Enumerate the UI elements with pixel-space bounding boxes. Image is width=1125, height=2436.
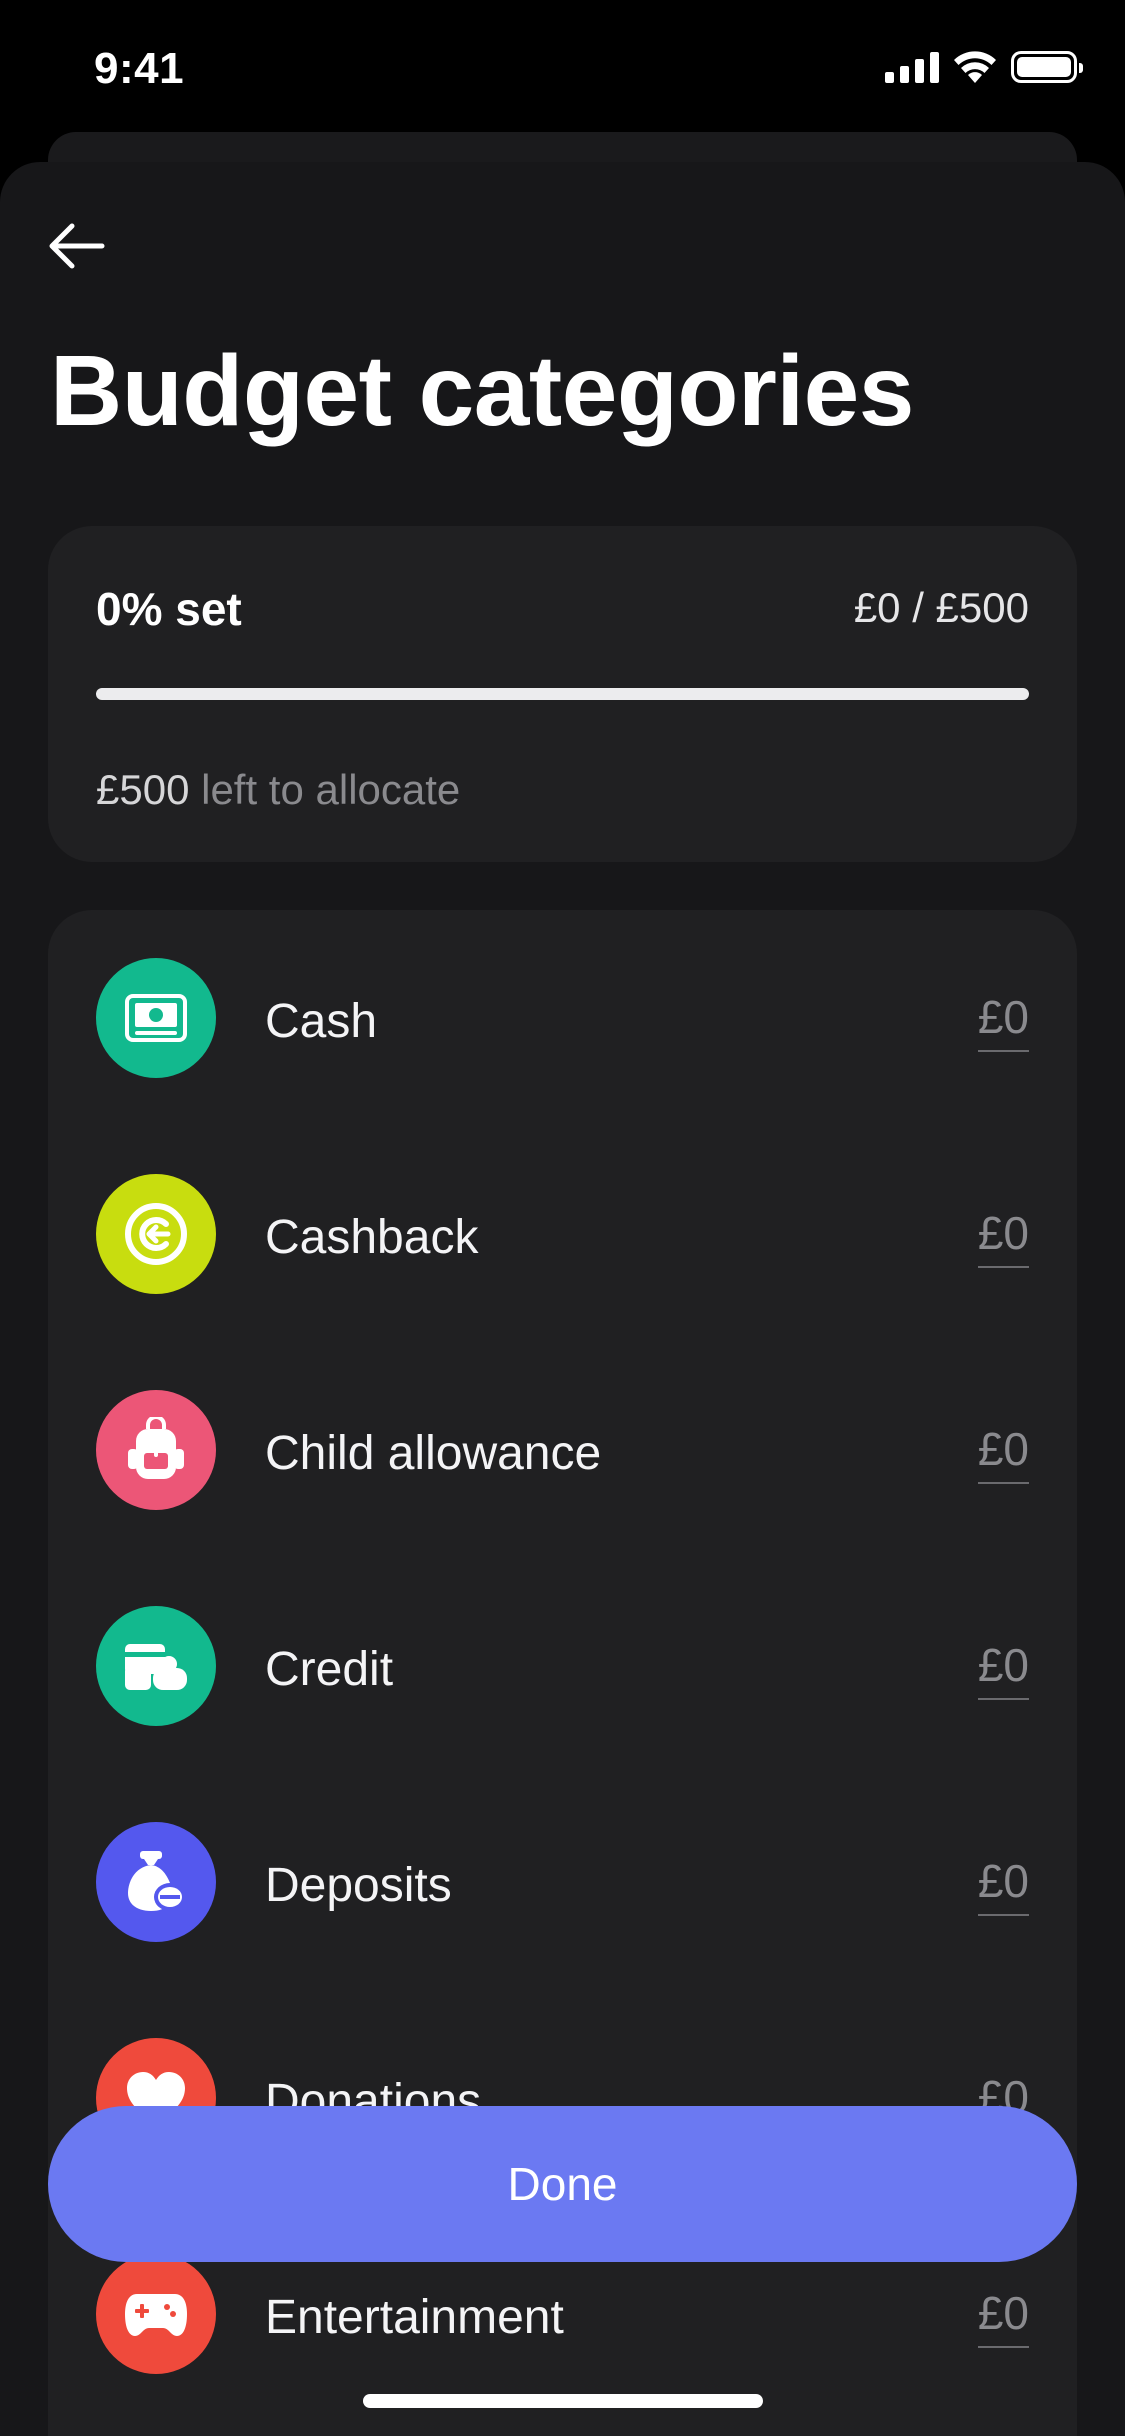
category-amount-input[interactable]: £0 — [977, 1854, 1029, 1916]
percent-set-label: 0% set — [96, 583, 242, 635]
cellular-signal-icon — [885, 51, 939, 83]
page-title: Budget categories — [50, 335, 914, 447]
allocation-progress-bar — [96, 688, 1029, 700]
left-to-allocate: £500 left to allocate — [96, 766, 460, 814]
category-label: Cashback — [265, 1211, 479, 1264]
back-button[interactable] — [40, 210, 112, 282]
status-icons — [885, 50, 1083, 84]
category-amount-input[interactable]: £0 — [977, 1638, 1029, 1700]
allocation-summary-card: 0% set £0 / £500 £500 left to allocate — [48, 526, 1077, 862]
category-amount-input[interactable]: £0 — [977, 2286, 1029, 2348]
wifi-icon — [954, 51, 996, 83]
category-row-deposits[interactable]: Deposits £0 — [48, 1774, 1077, 1990]
home-indicator — [363, 2394, 763, 2408]
status-time: 9:41 — [94, 44, 185, 93]
left-amount: £500 — [96, 766, 190, 813]
category-amount-input[interactable]: £0 — [977, 1422, 1029, 1484]
done-button[interactable]: Done — [48, 2106, 1077, 2262]
category-amount-input[interactable]: £0 — [977, 1206, 1029, 1268]
status-bar: 9:41 — [0, 0, 1125, 132]
gamepad-icon — [96, 2254, 216, 2374]
category-label: Deposits — [265, 1859, 452, 1912]
category-row-cashback[interactable]: Cashback £0 — [48, 1126, 1077, 1342]
cash-icon — [96, 958, 216, 1078]
battery-icon — [1011, 51, 1083, 83]
category-row-cash[interactable]: Cash £0 — [48, 910, 1077, 1126]
credit-icon — [96, 1606, 216, 1726]
category-row-child-allowance[interactable]: Child allowance £0 — [48, 1342, 1077, 1558]
arrow-left-icon — [49, 223, 105, 269]
allocated-of-total: £0 / £500 — [853, 584, 1029, 631]
budget-categories-sheet: Budget categories 0% set £0 / £500 £500 … — [0, 162, 1125, 2436]
cashback-icon — [96, 1174, 216, 1294]
category-label: Child allowance — [265, 1427, 602, 1480]
left-text: left to allocate — [201, 766, 461, 813]
category-label: Cash — [265, 995, 378, 1048]
category-amount-input[interactable]: £0 — [977, 990, 1029, 1052]
category-label: Credit — [265, 1643, 394, 1696]
backpack-icon — [96, 1390, 216, 1510]
money-bag-icon — [96, 1822, 216, 1942]
category-label: Entertainment — [265, 2291, 564, 2344]
category-row-credit[interactable]: Credit £0 — [48, 1558, 1077, 1774]
